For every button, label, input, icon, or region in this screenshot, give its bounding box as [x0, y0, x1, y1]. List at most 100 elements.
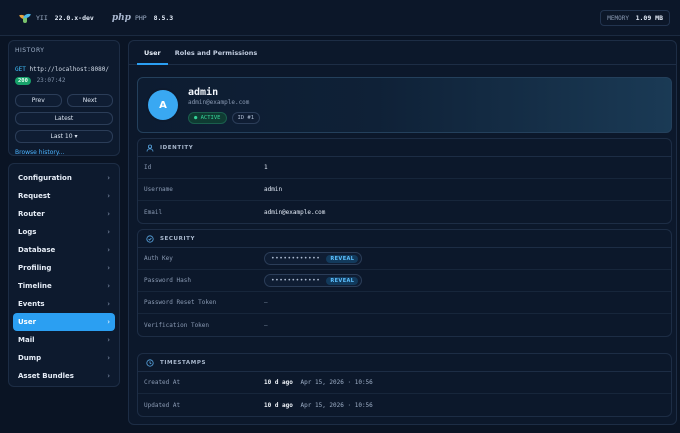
field-value: admin: [264, 186, 283, 193]
nav-item-label: Dump: [18, 354, 42, 362]
table-row: Username admin: [138, 179, 671, 201]
history-request[interactable]: GET http://localhost:8080/ 200 23:07:42: [15, 64, 113, 86]
nav-item-database[interactable]: Database ›: [13, 241, 115, 259]
nav-item-router[interactable]: Router ›: [13, 205, 115, 223]
nav-item-logs[interactable]: Logs ›: [13, 223, 115, 241]
nav-item-label: Profiling: [18, 264, 52, 272]
shield-icon: [146, 234, 154, 243]
field-label: Id: [144, 164, 152, 171]
field-value: —: [264, 321, 268, 329]
timestamp: Apr 15, 2026 · 10:56: [300, 379, 373, 386]
nav-item-configuration[interactable]: Configuration ›: [13, 169, 115, 187]
user-email: admin@example.com: [188, 98, 250, 106]
user-profile-card: A admin admin@example.com ● ACTIVE ID #1: [137, 77, 672, 133]
user-icon: [146, 144, 154, 152]
chevron-right-icon: ›: [107, 318, 110, 326]
table-row: Verification Token —: [138, 314, 671, 336]
user-name: admin: [188, 86, 219, 98]
security-section: SECURITY Auth Key •••••••••••• REVEAL Pa…: [137, 229, 672, 337]
chevron-right-icon: ›: [107, 300, 110, 308]
top-bar: YII 22.0.x-dev php PHP 8.5.3 MEMORY 1.09…: [0, 0, 680, 36]
chevron-right-icon: ›: [107, 282, 110, 290]
password-hash-secret: •••••••••••• REVEAL: [264, 274, 363, 287]
memory-indicator: MEMORY 1.09 MB: [600, 9, 670, 26]
php-version: PHP 8.5.3: [135, 14, 173, 22]
table-row: Auth Key •••••••••••• REVEAL: [138, 248, 671, 270]
timestamps-section: TIMESTAMPS Created At 10 d ago Apr 15, 2…: [137, 353, 672, 417]
field-label: Created At: [144, 379, 181, 386]
nav-item-mail[interactable]: Mail ›: [13, 331, 115, 349]
memory-label: MEMORY: [607, 14, 629, 22]
nav-item-timeline[interactable]: Timeline ›: [13, 277, 115, 295]
tab-roles-and-permissions[interactable]: Roles and Permissions: [168, 41, 264, 64]
memory-value: 1.09 MB: [635, 13, 663, 22]
field-label: Updated At: [144, 401, 181, 409]
browse-history-link[interactable]: Browse history...: [15, 149, 113, 156]
panel-nav: Configuration › Request › Router › Logs › Da…: [8, 163, 120, 387]
timestamps-title: TIMESTAMPS: [160, 359, 207, 366]
chevron-right-icon: ›: [107, 210, 110, 218]
field-label: Username: [144, 186, 173, 193]
php-logo-icon: php: [111, 12, 131, 23]
nav-item-request[interactable]: Request ›: [13, 187, 115, 205]
nav-item-label: Events: [18, 300, 45, 308]
chevron-right-icon: ›: [107, 354, 110, 362]
reveal-button[interactable]: REVEAL: [326, 254, 359, 263]
chevron-right-icon: ›: [107, 228, 110, 236]
user-panel: User Roles and Permissions A admin admin…: [128, 40, 677, 425]
status-badge: ● ACTIVE: [188, 111, 227, 124]
php-label: PHP: [134, 13, 147, 22]
table-row: Created At 10 d ago Apr 15, 2026 · 10:56: [138, 372, 671, 394]
field-label: Email: [144, 208, 163, 216]
relative-time: 10 d ago: [264, 379, 293, 386]
nav-item-label: Configuration: [18, 174, 72, 182]
request-time: 23:07:42: [36, 77, 66, 84]
nav-item-profiling[interactable]: Profiling ›: [13, 259, 115, 277]
nav-item-label: Router: [18, 210, 45, 218]
last-n-select[interactable]: Last 10 ▾: [15, 130, 113, 143]
panel-tabs: User Roles and Permissions: [129, 41, 676, 65]
nav-item-asset-bundles[interactable]: Asset Bundles ›: [13, 367, 115, 385]
framework-version-value: 22.0.x-dev: [54, 13, 94, 22]
chevron-right-icon: ›: [107, 174, 110, 182]
nav-item-label: Asset Bundles: [18, 372, 74, 380]
nav-item-label: Mail: [18, 336, 35, 344]
nav-item-label: Timeline: [18, 282, 52, 290]
table-row: Email admin@example.com: [138, 201, 671, 223]
nav-item-events[interactable]: Events ›: [13, 295, 115, 313]
field-value: 1: [264, 164, 268, 171]
id-badge: ID #1: [231, 111, 261, 124]
chevron-right-icon: ›: [107, 264, 110, 272]
nav-item-label: Database: [18, 246, 56, 254]
framework-version: YII 22.0.x-dev: [36, 14, 94, 22]
nav-item-dump[interactable]: Dump ›: [13, 349, 115, 367]
identity-title: IDENTITY: [160, 144, 194, 151]
nav-item-user[interactable]: User ›: [13, 313, 115, 331]
table-row: Updated At 10 d ago Apr 15, 2026 · 10:56: [138, 394, 671, 416]
table-row: Password Hash •••••••••••• REVEAL: [138, 270, 671, 292]
field-label: Password Hash: [144, 277, 191, 284]
chevron-right-icon: ›: [107, 336, 110, 344]
nav-item-label: Request: [18, 192, 51, 200]
masked-value: ••••••••••••: [271, 255, 321, 262]
next-button[interactable]: Next: [66, 94, 113, 107]
reveal-button[interactable]: REVEAL: [326, 276, 359, 285]
chevron-right-icon: ›: [107, 192, 110, 200]
latest-button[interactable]: Latest: [15, 112, 113, 125]
identity-section: IDENTITY Id 1 Username admin Email admin…: [137, 138, 672, 224]
history-panel: HISTORY GET http://localhost:8080/ 200 2…: [8, 40, 120, 156]
clock-icon: [146, 358, 154, 367]
relative-time: 10 d ago: [264, 401, 293, 409]
history-title: HISTORY: [15, 47, 45, 54]
timestamp: Apr 15, 2026 · 10:56: [300, 401, 373, 409]
request-url: http://localhost:8080/: [29, 66, 109, 73]
nav-item-label: User: [18, 318, 37, 326]
tab-user[interactable]: User: [137, 41, 168, 65]
auth-key-secret: •••••••••••• REVEAL: [264, 252, 363, 265]
framework-label: YII: [36, 13, 48, 22]
table-row: Id 1: [138, 157, 671, 179]
yii-logo-icon: [19, 11, 31, 23]
prev-button[interactable]: Prev: [15, 94, 62, 107]
request-method: GET: [15, 66, 26, 73]
chevron-right-icon: ›: [107, 372, 110, 380]
